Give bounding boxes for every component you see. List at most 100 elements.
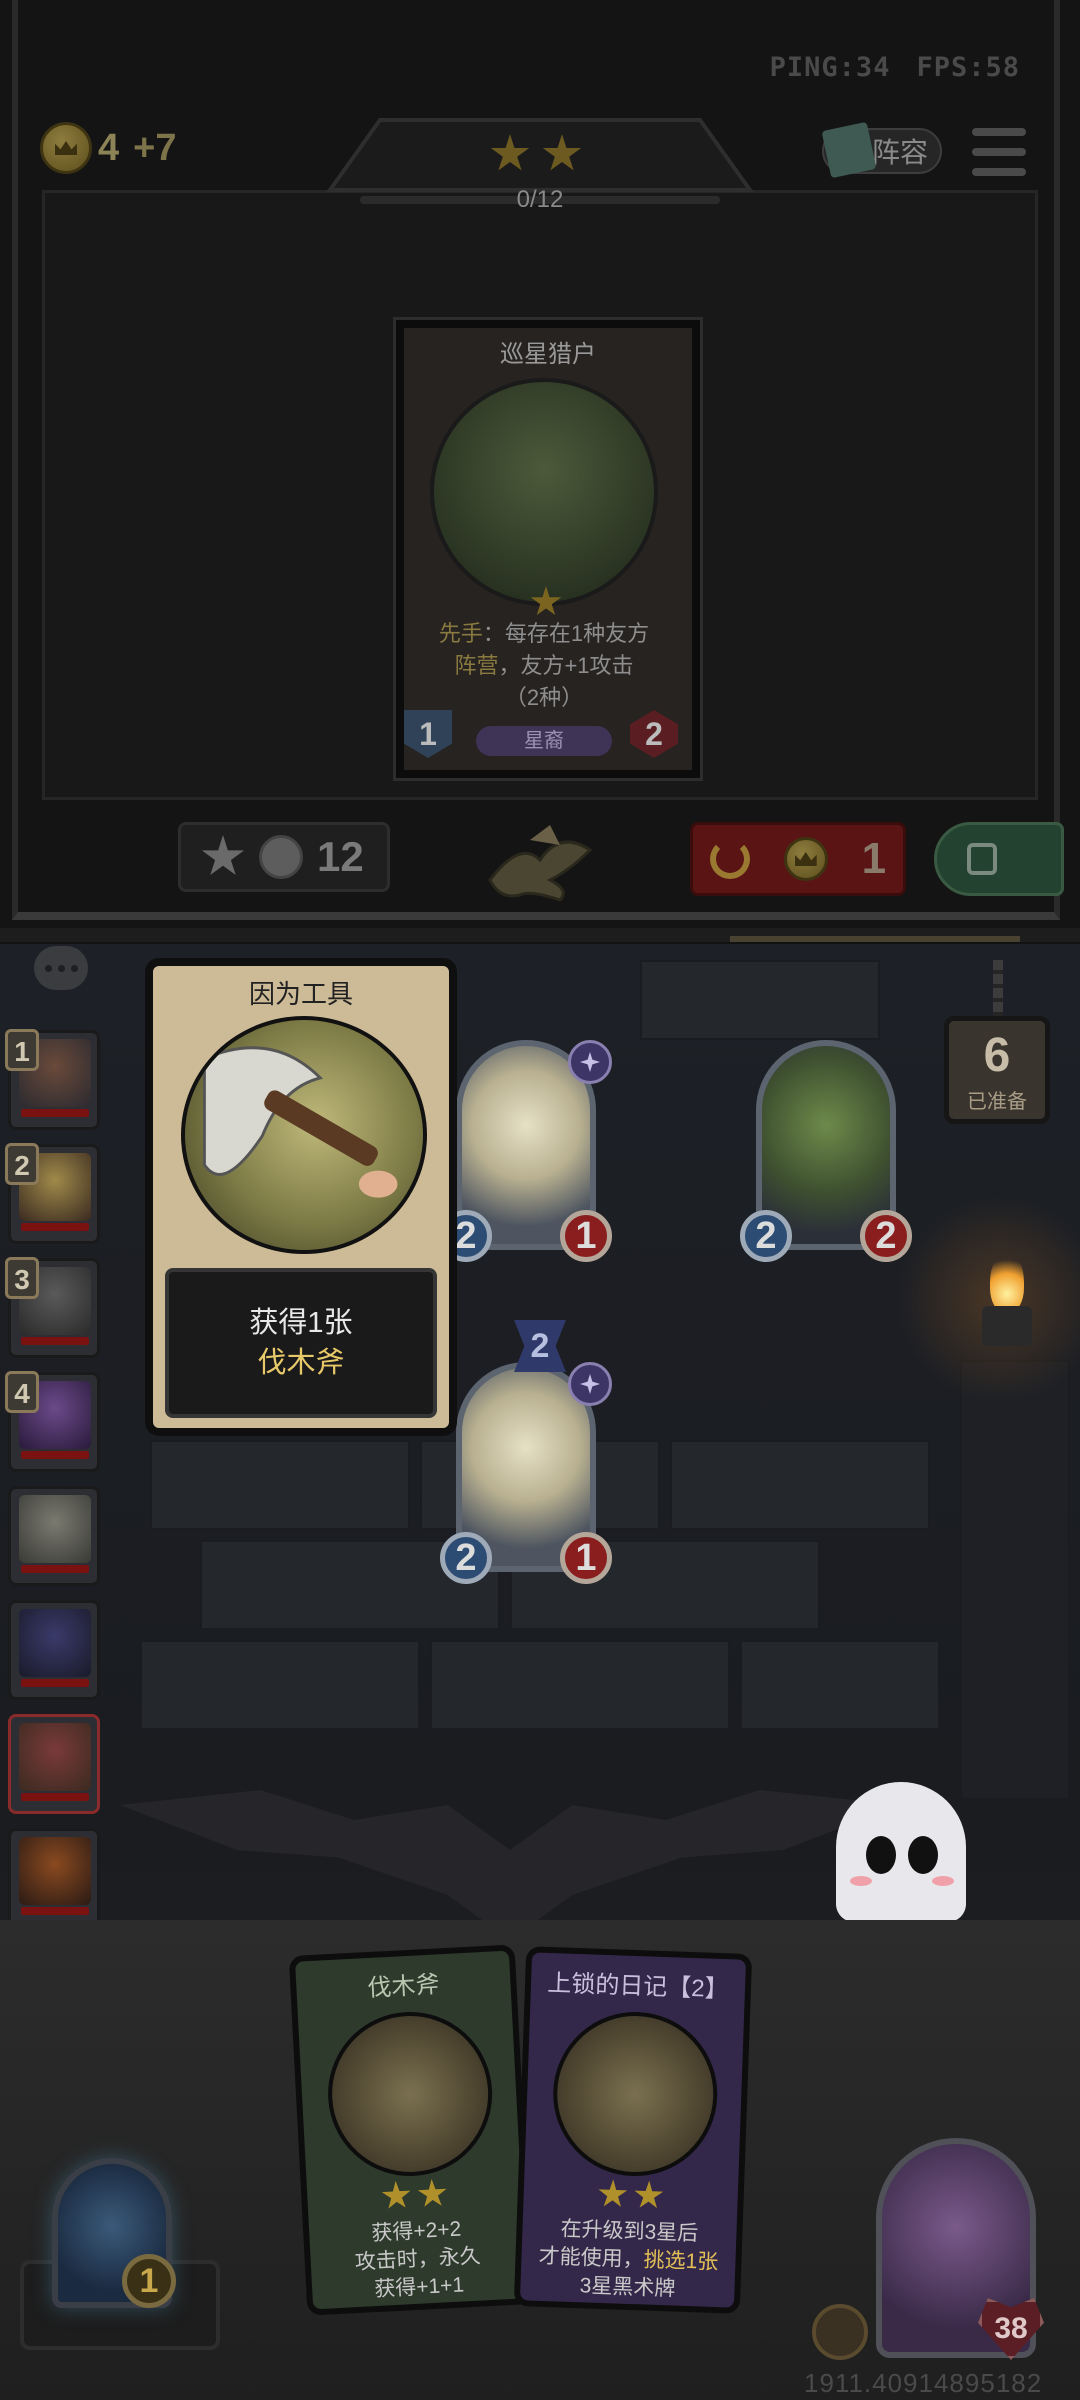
axe-illustration [181,1016,427,1254]
popup-card-title: 因为工具 [248,979,353,1009]
minion-health: 2 [860,1210,912,1262]
opponent-slot[interactable] [8,1600,100,1700]
chat-icon[interactable] [34,946,88,990]
board-minion-priest-1[interactable]: 2 1 [440,1040,612,1270]
lineup-label: 阵容 [871,137,928,168]
axe-art-icon [323,2007,497,2181]
opponent-health-bar [21,1223,89,1231]
wall-brick [740,1640,940,1730]
opponent-avatar [19,1495,91,1563]
popup-card-text: 获得1张 伐木斧 [165,1268,437,1418]
opponent-slot[interactable]: 2 [5,1143,100,1244]
board-minion-priest-2[interactable]: 2 1 [440,1362,612,1592]
refresh-icon [709,839,750,879]
ghost-eye [866,1836,896,1874]
axe-icon [202,1046,398,1198]
opponent-avatar [19,1723,91,1791]
torch-flame [990,1252,1024,1312]
lock-shop-button[interactable] [934,822,1064,896]
card-star-icon [381,2180,413,2212]
opponent-slot[interactable] [8,1828,100,1928]
portal-coin: 1 [122,2254,176,2308]
freeze-leaf-icon[interactable] [480,820,600,902]
opponent-health-bar [21,1679,89,1687]
gold-amount: 4 [98,126,120,169]
wall-brick [640,960,880,1040]
shop-minion-card[interactable]: 巡星猎户 先手：每存在1种友方 阵营，友方+1攻击 （2种） 星裔 1 2 [396,320,700,778]
tavern-tier-stars [490,134,582,174]
refresh-cost: 1 [861,834,887,883]
session-id: 1911.40914895182 [804,2368,1043,2398]
hand-card-text: 在升级到3星后 才能使用，挑选1张 3星黑术牌 [538,2217,719,2301]
turn-timer-bar [730,936,1020,942]
opponent-avatar [19,1837,91,1905]
opponent-rank: 4 [5,1371,39,1413]
hand-card-text: 获得+2+2 攻击时，永久 获得+1+1 [354,2217,482,2302]
shop-card-description: 先手：每存在1种友方 阵营，友方+1攻击 （2种） [438,621,650,710]
wall-brick [430,1640,730,1730]
hand-card-locked-diary[interactable]: 上锁的日记【2】 在升级到3星后 才能使用，挑选1张 3星黑术牌 [513,1946,753,2314]
performance-readout: PING:34 FPS:58 [744,52,1020,83]
upgrade-tavern-button[interactable]: 12 [178,822,390,892]
menu-icon[interactable] [972,128,1026,176]
minion-attack: 2 [740,1210,792,1262]
gold-coin-icon [783,837,828,881]
hand-card-stars [307,2174,522,2215]
opponent-slot[interactable]: 3 [5,1257,100,1358]
ping-text: PING:34 [769,52,891,83]
upgrade-cost: 12 [317,833,364,880]
minion-health: 1 [560,1532,612,1584]
hand-card-stars [523,2176,738,2213]
health-stat: 2 [630,710,678,758]
gold-income: +7 [133,126,177,169]
wall-brick [670,1440,930,1530]
opponent-health-bar [21,1565,89,1573]
opponent-slot[interactable] [8,1714,100,1814]
opponent-avatar [19,1609,91,1677]
triggered-card-popup: 因为工具 获得1张 伐木斧 [145,958,457,1436]
wall-brick [140,1640,420,1730]
card-star-icon [417,2178,449,2210]
ready-count: 6 [983,1029,1011,1082]
popup-text-line2: 伐木斧 [257,1347,345,1379]
opponent-health-bar [21,1907,89,1915]
ghost-blush [850,1876,872,1886]
minion-attack: 2 [440,1532,492,1584]
opponent-slot[interactable]: 4 [5,1371,100,1472]
opponent-slot[interactable] [8,1486,100,1586]
lineup-book-icon [821,121,877,179]
gold-coin-icon [40,122,92,174]
opponent-rank: 3 [5,1257,39,1299]
lock-icon [967,843,997,875]
sign-chain [993,960,1003,1018]
ghost-blush [932,1876,954,1886]
upgrade-star-icon [201,835,245,876]
opponent-health-bar [21,1793,89,1801]
torch-holder [982,1306,1032,1346]
hand-card-axe[interactable]: 伐木斧 获得+2+2 攻击时，永久 获得+1+1 [288,1944,534,2316]
ready-label: 已准备 [967,1091,1027,1113]
torch-glow [900,1190,1080,1410]
minion-health: 1 [560,1210,612,1262]
opponent-slot[interactable]: 1 [5,1029,100,1130]
card-star-icon [597,2179,628,2210]
wall-brick [150,1440,410,1530]
refresh-shop-button[interactable]: 1 [690,822,906,896]
gold-display: 4 +7 [40,122,176,174]
board-minion-goblin[interactable]: 2 2 [740,1040,912,1270]
hand-card-title: 伐木斧 [366,1971,441,2003]
tier-progress-text: 0/12 [516,186,564,213]
ghost-mascot[interactable] [836,1782,966,1922]
tier-star-icon [542,134,582,171]
tier-star-icon [490,134,530,171]
attack-stat: 1 [404,710,452,758]
book-art-icon [550,2009,721,2179]
hand-card-title: 上锁的日记【2】 [546,1969,730,2004]
tribe-badge: 星裔 [476,726,612,756]
hero-power-icon[interactable] [812,2304,868,2360]
ghost-eye [908,1836,938,1874]
silver-coin-icon [259,835,303,879]
star-gem-icon [568,1040,612,1084]
opponent-health-bar [21,1109,89,1117]
hunter-portrait [430,378,658,606]
